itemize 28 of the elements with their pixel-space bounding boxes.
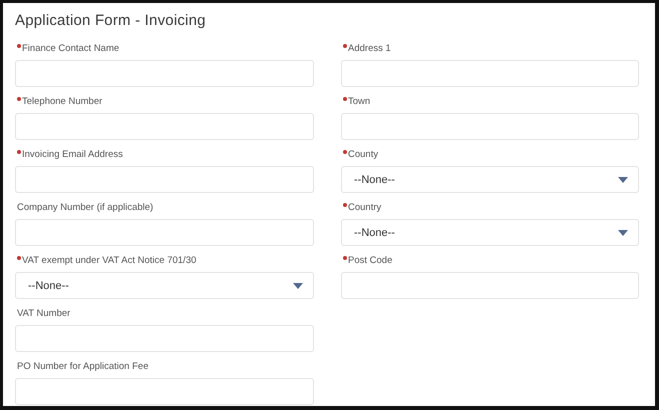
input-field[interactable] bbox=[15, 113, 314, 140]
dropdown[interactable]: --None-- bbox=[341, 219, 639, 246]
field-label: VAT Number bbox=[17, 307, 70, 320]
field-label: Country bbox=[348, 201, 382, 214]
input-field[interactable] bbox=[15, 219, 314, 246]
field-label: Finance Contact Name bbox=[22, 42, 120, 55]
field-label: Telephone Number bbox=[22, 95, 102, 108]
input-field[interactable] bbox=[341, 60, 639, 87]
input-field[interactable] bbox=[15, 166, 314, 193]
caret-icon bbox=[293, 282, 303, 288]
caret-icon bbox=[618, 230, 628, 236]
form-title: Application Form - Invoicing bbox=[15, 12, 207, 30]
dropdown[interactable]: --None-- bbox=[15, 272, 314, 299]
input-field[interactable] bbox=[341, 272, 639, 299]
field-label: Address 1 bbox=[348, 42, 391, 55]
field-label: Town bbox=[348, 95, 370, 108]
input-field[interactable] bbox=[15, 60, 314, 87]
dropdown[interactable]: --None-- bbox=[341, 166, 639, 193]
field-label: VAT exempt under VAT Act Notice 701/30 bbox=[22, 254, 196, 267]
field-label: Post Code bbox=[348, 254, 392, 267]
field-label: PO Number for Application Fee bbox=[17, 360, 148, 373]
field-label: Company Number (if applicable) bbox=[17, 201, 154, 214]
caret-icon bbox=[618, 176, 628, 182]
field-label: Invoicing Email Address bbox=[22, 148, 123, 161]
input-field[interactable] bbox=[341, 113, 639, 140]
input-field[interactable] bbox=[15, 378, 314, 405]
input-field[interactable] bbox=[15, 325, 314, 352]
field-label: County bbox=[348, 148, 378, 161]
